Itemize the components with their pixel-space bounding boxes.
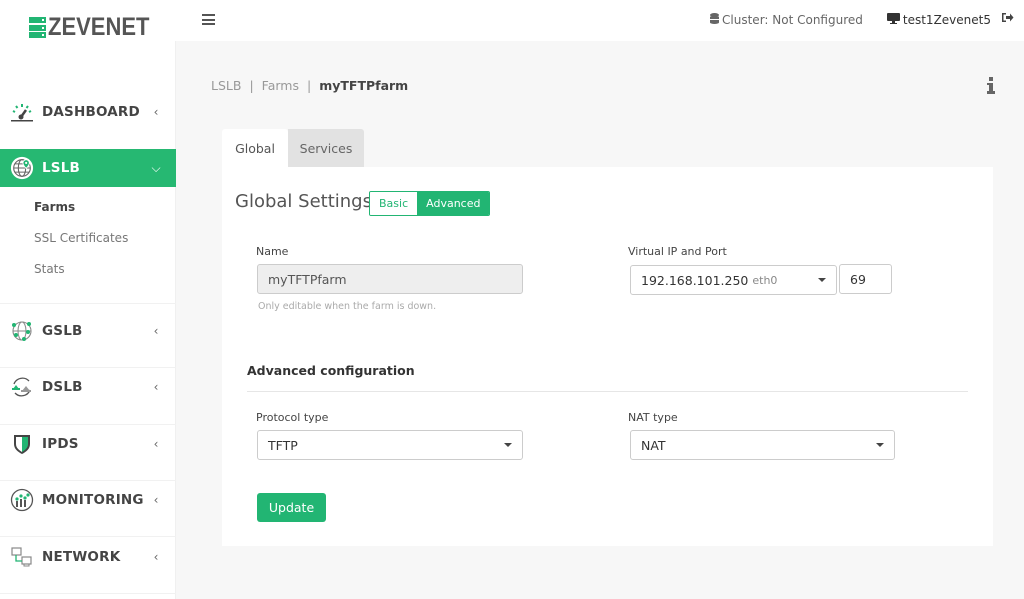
host-info: test1Zevenet5 — [886, 12, 991, 27]
caret-down-icon — [876, 443, 884, 447]
port-input[interactable]: 69 — [839, 264, 892, 294]
sidebar-item-network[interactable]: NETWORK ‹ — [0, 538, 176, 576]
virtual-ip-value: 192.168.101.250 — [641, 272, 749, 288]
protocol-type-value: TFTP — [268, 437, 298, 453]
breadcrumb-current: myTFTPfarm — [319, 78, 409, 93]
breadcrumb: LSLB | Farms | myTFTPfarm — [211, 78, 408, 93]
cloud-sync-icon — [10, 375, 34, 399]
global-settings-panel: Global Settings Basic Advanced Name myTF… — [222, 167, 993, 546]
chevron-left-icon: ‹ — [153, 380, 159, 394]
sidebar-item-label: IPDS — [42, 436, 79, 452]
mode-toggle: Basic Advanced — [369, 191, 491, 216]
interface-name: eth0 — [752, 273, 778, 287]
sign-out-icon[interactable] — [1001, 12, 1014, 27]
chevron-left-icon: ‹ — [153, 437, 159, 451]
panel-title: Global Settings — [235, 191, 372, 212]
sidebar-item-ipds[interactable]: IPDS ‹ — [0, 425, 176, 463]
chevron-left-icon: ‹ — [153, 550, 159, 564]
hostname: test1Zevenet5 — [902, 12, 991, 27]
sidebar-item-label: GSLB — [42, 323, 83, 339]
caret-down-icon — [504, 443, 512, 447]
mode-basic-button[interactable]: Basic — [370, 192, 418, 215]
sidebar-item-monitoring[interactable]: MONITORING ‹ — [0, 481, 176, 519]
globe-pin-icon — [10, 156, 34, 180]
info-icon[interactable] — [986, 77, 996, 95]
mode-advanced-button[interactable]: Advanced — [417, 192, 490, 215]
database-icon — [710, 12, 720, 27]
protocol-type-label: Protocol type — [256, 411, 329, 424]
tab-services[interactable]: Services — [288, 129, 364, 167]
advanced-configuration-heading: Advanced configuration — [247, 363, 415, 378]
name-value: myTFTPfarm — [268, 271, 347, 287]
sidebar-item-lslb[interactable]: LSLB ⌵ — [0, 149, 176, 187]
breadcrumb-farms[interactable]: Farms — [262, 78, 299, 93]
network-computers-icon — [10, 545, 34, 569]
name-help-text: Only editable when the farm is down. — [258, 301, 437, 312]
tab-global[interactable]: Global — [222, 129, 288, 167]
virtual-ip-select[interactable]: 192.168.101.250 eth0 — [630, 265, 837, 295]
virtual-ip-label: Virtual IP and Port — [628, 245, 727, 258]
globe-nodes-icon — [10, 319, 34, 343]
divider — [247, 391, 968, 392]
caret-down-icon — [818, 278, 826, 282]
chevron-left-icon: ‹ — [153, 324, 159, 338]
name-input[interactable]: myTFTPfarm — [257, 264, 523, 294]
cluster-status[interactable]: Cluster: Not Configured — [710, 12, 863, 27]
zevenet-logo[interactable]: ZEVENET — [29, 15, 163, 40]
sidebar-subitem-stats[interactable]: Stats — [34, 262, 65, 276]
breadcrumb-separator: | — [249, 78, 254, 93]
nat-type-label: NAT type — [628, 411, 678, 424]
sidebar-item-gslb[interactable]: GSLB ‹ — [0, 312, 176, 350]
top-bar: ZEVENET Cluster: Not Configured test1Zev… — [0, 0, 1024, 41]
cluster-status-text: Cluster: Not Configured — [722, 12, 863, 27]
divider — [0, 593, 176, 594]
hamburger-icon[interactable] — [202, 14, 215, 25]
port-value: 69 — [850, 271, 866, 287]
sidebar-subitem-farms[interactable]: Farms — [34, 200, 75, 214]
protocol-type-select[interactable]: TFTP — [257, 430, 523, 460]
name-label: Name — [256, 245, 289, 258]
shield-icon — [10, 432, 34, 456]
tab-bar: Global Services — [222, 129, 364, 167]
nat-type-value: NAT — [641, 437, 666, 453]
update-button[interactable]: Update — [257, 493, 326, 522]
sidebar-item-dslb[interactable]: DSLB ‹ — [0, 368, 176, 406]
sidebar-item-label: NETWORK — [42, 549, 121, 565]
dashboard-gauge-icon — [10, 100, 34, 124]
nat-type-select[interactable]: NAT — [630, 430, 895, 460]
divider — [0, 303, 176, 304]
breadcrumb-lslb[interactable]: LSLB — [211, 78, 241, 93]
top-right-status: Cluster: Not Configured test1Zevenet5 — [710, 12, 1014, 27]
server-stack-icon — [29, 17, 46, 38]
brand-name: ZEVENET — [48, 13, 150, 41]
chevron-down-icon: ⌵ — [151, 160, 161, 175]
breadcrumb-separator: | — [306, 78, 312, 93]
sidebar-item-label: LSLB — [42, 160, 81, 176]
divider — [0, 536, 176, 537]
sidebar-item-label: MONITORING — [42, 492, 144, 508]
chevron-left-icon: ‹ — [153, 105, 159, 119]
sidebar: DASHBOARD ‹ LSLB ⌵ Farms SSL Certificate… — [0, 41, 176, 599]
monitor-icon — [886, 12, 900, 27]
sidebar-item-dashboard[interactable]: DASHBOARD ‹ — [0, 93, 176, 131]
sidebar-subitem-ssl-certificates[interactable]: SSL Certificates — [34, 231, 128, 245]
sidebar-item-label: DASHBOARD — [42, 104, 140, 120]
monitoring-chart-icon — [10, 488, 34, 512]
sidebar-item-label: DSLB — [42, 379, 83, 395]
chevron-left-icon: ‹ — [153, 493, 159, 507]
